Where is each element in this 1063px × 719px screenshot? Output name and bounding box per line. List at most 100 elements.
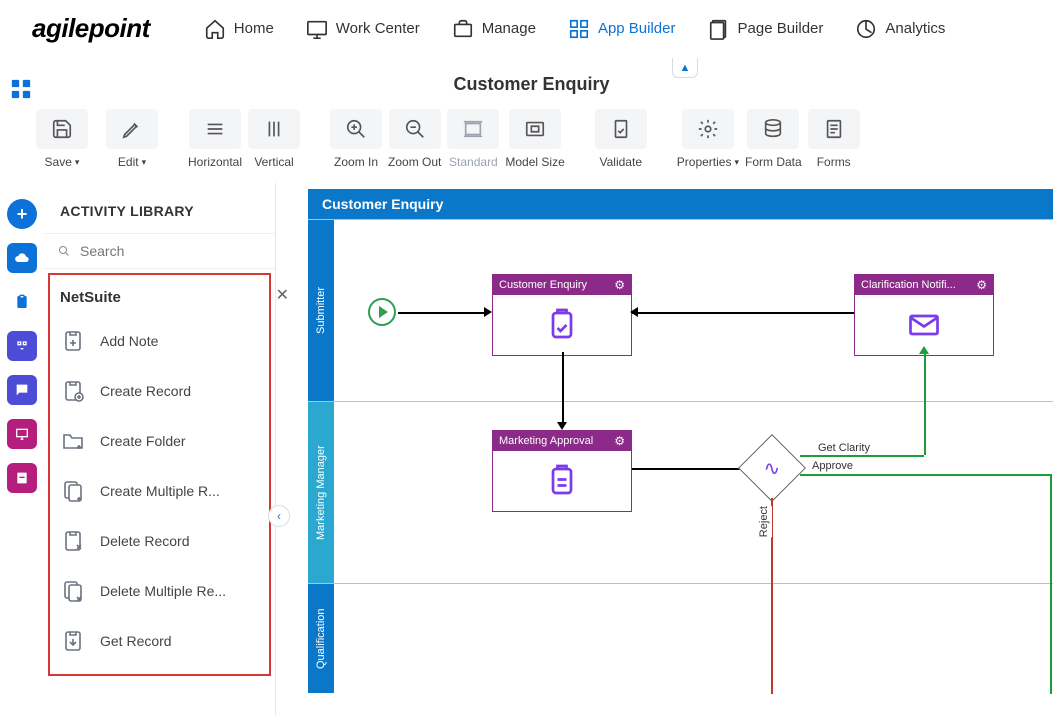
nav-home[interactable]: Home [200, 12, 278, 46]
folder-plus-icon [60, 428, 86, 454]
library-item-create-multiple[interactable]: Create Multiple R... [50, 466, 269, 516]
search-icon [58, 242, 70, 260]
nav-page-builder[interactable]: Page Builder [704, 12, 828, 46]
library-search[interactable] [44, 233, 275, 269]
activity-marketing-approval[interactable]: Marketing Approval⚙ [492, 430, 632, 512]
canvas[interactable]: Customer Enquiry Submitter Customer Enqu… [276, 183, 1063, 716]
validate-button[interactable]: Validate [595, 109, 647, 169]
nav-analytics[interactable]: Analytics [851, 12, 949, 46]
gear-icon[interactable]: ⚙ [614, 434, 625, 448]
records-x-icon [60, 578, 86, 604]
briefcase-icon [452, 18, 474, 40]
properties-button[interactable]: Properties▾ [677, 109, 739, 169]
rail-cloud-button[interactable] [7, 243, 37, 273]
zoom-in-button[interactable]: Zoom In [330, 109, 382, 169]
search-input[interactable] [80, 243, 261, 259]
panel-collapse-button[interactable]: ‹ [268, 505, 290, 527]
apps-icon [568, 18, 590, 40]
lane-label-marketing[interactable]: Marketing Manager [308, 402, 334, 583]
start-node[interactable] [368, 298, 396, 326]
arrowhead-icon [484, 307, 492, 317]
activity-clarification[interactable]: Clarification Notifi...⚙ [854, 274, 994, 356]
zoom-in-icon [345, 118, 367, 140]
apps-grid-button[interactable] [10, 78, 32, 105]
rail-doc-button[interactable] [7, 463, 37, 493]
activity-customer-enquiry[interactable]: Customer Enquiry⚙ [492, 274, 632, 356]
edit-button[interactable]: Edit▾ [106, 109, 158, 169]
activity-library-title: ACTIVITY LIBRARY [44, 183, 275, 233]
horizontal-button[interactable]: Horizontal [188, 109, 242, 169]
rail-monitor-button[interactable] [7, 419, 37, 449]
forms-button[interactable]: Forms [808, 109, 860, 169]
nav-manage[interactable]: Manage [448, 12, 540, 46]
standard-icon [462, 118, 484, 140]
library-group-label: NetSuite [60, 289, 121, 306]
clipboard-lines-icon [544, 463, 580, 499]
lane-label-qualification[interactable]: Qualification [308, 584, 334, 693]
horizontal-icon [204, 118, 226, 140]
database-icon [762, 118, 784, 140]
library-item-create-record[interactable]: Create Record [50, 366, 269, 416]
arrowhead-icon [630, 307, 638, 317]
edge [632, 468, 742, 470]
form-data-button[interactable]: Form Data [745, 109, 802, 169]
rail-form-button[interactable] [7, 331, 37, 361]
gateway-decision[interactable]: ∿ [738, 434, 806, 502]
zoom-out-button[interactable]: Zoom Out [388, 109, 441, 169]
edge-label-approve: Approve [810, 460, 855, 472]
nav-app-builder[interactable]: App Builder [564, 12, 680, 46]
gear-icon[interactable]: ⚙ [976, 278, 987, 292]
vertical-icon [263, 118, 285, 140]
record-plus-icon [60, 378, 86, 404]
home-icon [204, 18, 226, 40]
rail-clipboard-button[interactable] [7, 287, 37, 317]
canvas-title: Customer Enquiry [308, 189, 1053, 219]
forms-icon [823, 118, 845, 140]
clipboard-check-icon [544, 307, 580, 343]
monitor-icon [306, 18, 328, 40]
library-item-get-record[interactable]: Get Record [50, 616, 269, 666]
edit-icon [121, 118, 143, 140]
zoom-out-icon [404, 118, 426, 140]
library-item-add-note[interactable]: Add Note [50, 316, 269, 366]
library-item-delete-record[interactable]: Delete Record [50, 516, 269, 566]
lane-label-submitter[interactable]: Submitter [308, 220, 334, 401]
gateway-icon: ∿ [764, 455, 781, 480]
edge-approve [800, 474, 1052, 476]
collapse-header-button[interactable]: ▲ [672, 58, 698, 78]
rail-add-button[interactable]: + [7, 199, 37, 229]
logo: agilepoint [32, 13, 150, 44]
page-icon [708, 18, 730, 40]
analytics-icon [855, 18, 877, 40]
edge-label-get-clarity: Get Clarity [816, 442, 872, 454]
top-nav: agilepoint Home Work Center Manage App B… [0, 0, 1063, 58]
activity-library-panel: ACTIVITY LIBRARY NetSuite ✕ Add Note Cre… [44, 183, 276, 716]
edge [924, 352, 926, 455]
process-title: Customer Enquiry [0, 58, 1063, 105]
save-button[interactable]: Save▾ [36, 109, 88, 169]
rail-chat-button[interactable] [7, 375, 37, 405]
library-item-create-folder[interactable]: Create Folder [50, 416, 269, 466]
note-icon [60, 328, 86, 354]
edge [632, 312, 854, 314]
mail-icon [906, 307, 942, 343]
gear-icon [697, 118, 719, 140]
lane-marketing-manager: Marketing Manager Marketing Approval⚙ ∿ [308, 401, 1053, 583]
edge-get-clarity [800, 455, 924, 457]
toolbar: Save▾ Edit▾ Horizontal Vertical Zoom In … [0, 105, 1063, 183]
lane-submitter: Submitter Customer Enquiry⚙ Clarificatio… [308, 219, 1053, 401]
standard-button[interactable]: Standard [447, 109, 499, 169]
model-size-button[interactable]: Model Size [505, 109, 564, 169]
vertical-button[interactable]: Vertical [248, 109, 300, 169]
edge [771, 584, 773, 694]
edge [562, 352, 564, 402]
gear-icon[interactable]: ⚙ [614, 278, 625, 292]
library-group-netsuite: NetSuite ✕ Add Note Create Record Create… [48, 273, 271, 676]
validate-icon [610, 118, 632, 140]
library-item-delete-multiple[interactable]: Delete Multiple Re... [50, 566, 269, 616]
record-x-icon [60, 528, 86, 554]
model-size-icon [524, 118, 546, 140]
nav-work-center[interactable]: Work Center [302, 12, 424, 46]
records-plus-icon [60, 478, 86, 504]
edge [562, 402, 564, 424]
